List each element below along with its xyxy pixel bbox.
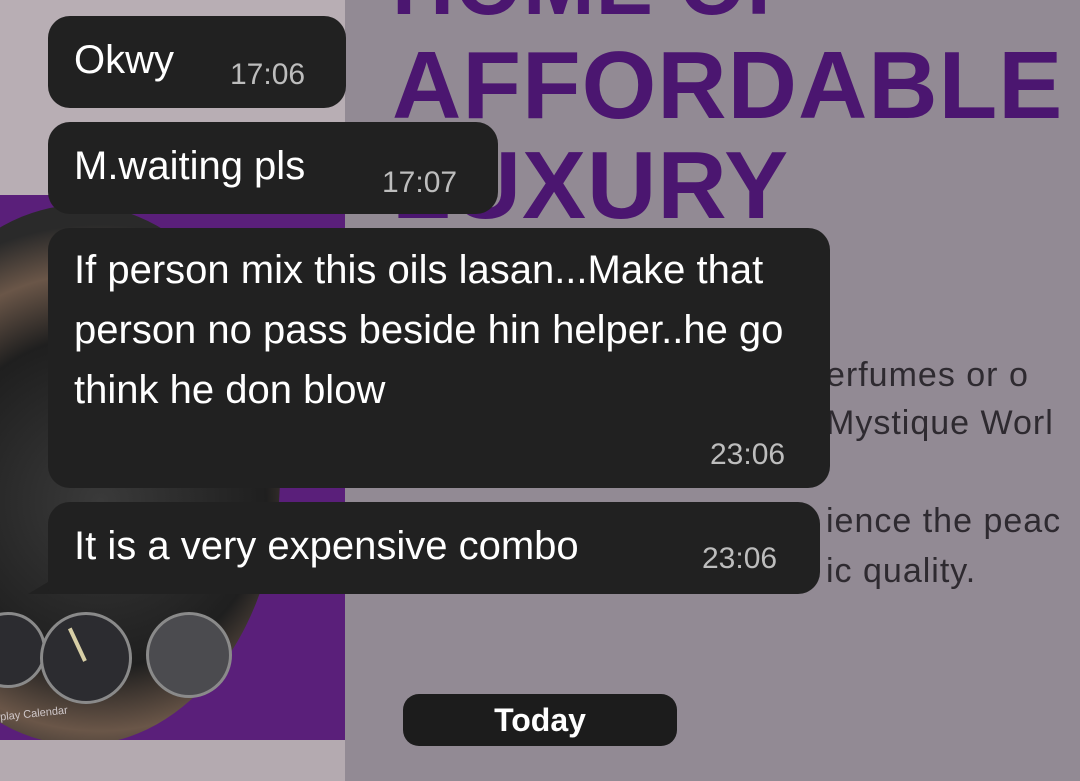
message-text: It is a very expensive combo (74, 524, 579, 568)
message-bubble[interactable]: If person mix this oils lasan...Make tha… (48, 228, 830, 488)
message-timestamp: 17:06 (230, 58, 306, 91)
message-bubble[interactable]: It is a very expensive combo 23:06 (48, 502, 820, 594)
watch-subdial (146, 612, 232, 698)
wallpaper-photo-bottom (0, 740, 345, 781)
wallpaper-body-text: ience the peac (826, 502, 1062, 540)
wallpaper-body-text: Mystique Worl (826, 404, 1054, 442)
wallpaper-body-text: erfumes or o (826, 356, 1029, 394)
message-text: Okwy (74, 38, 174, 82)
message-text: M.waiting pls (74, 144, 306, 188)
message-timestamp: 23:06 (702, 542, 778, 575)
message-timestamp: 23:06 (710, 438, 786, 471)
wallpaper-body-text: ic quality. (826, 552, 977, 590)
wallpaper-hero-line: HOME OF (392, 0, 800, 28)
message-timestamp: 17:07 (382, 166, 458, 199)
message-text: If person mix this oils lasan...Make tha… (74, 248, 784, 412)
message-bubble[interactable]: M.waiting pls 17:07 (48, 122, 498, 214)
wallpaper-hero-line: AFFORDABLE (392, 32, 1064, 139)
date-divider: Today (403, 694, 677, 746)
watch-subdial (40, 612, 132, 704)
message-bubble[interactable]: Okwy 17:06 (48, 16, 346, 108)
